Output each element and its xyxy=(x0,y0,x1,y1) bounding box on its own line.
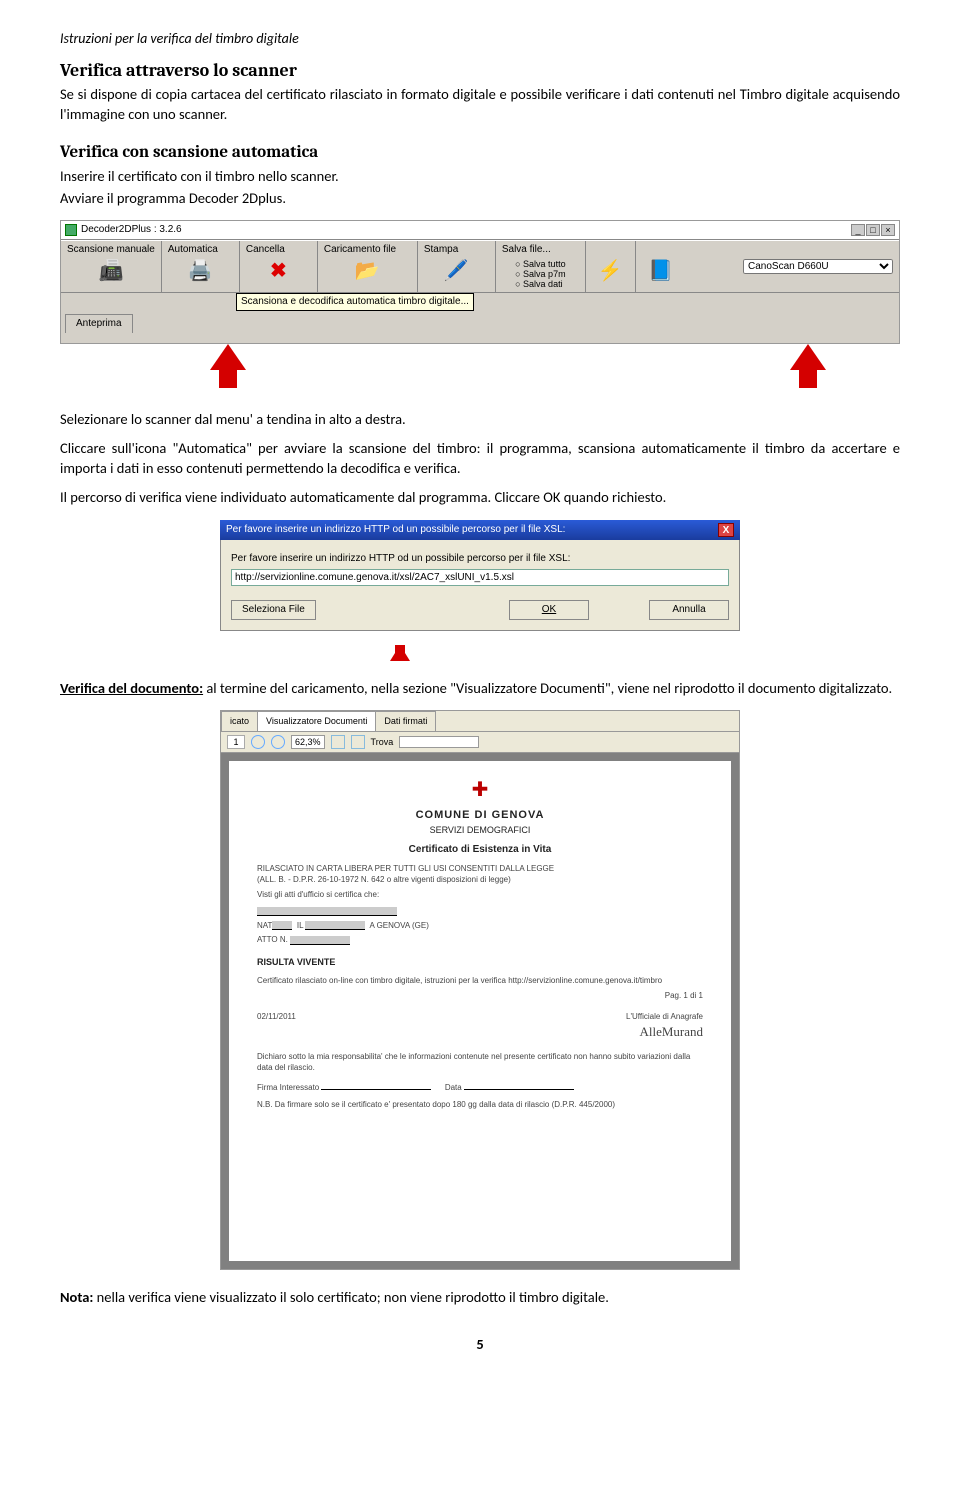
doc-line3: Visti gli atti d'ufficio si certifica ch… xyxy=(257,890,703,901)
app-icon xyxy=(65,224,77,236)
btn-automatica[interactable]: Automatica 🖨️ xyxy=(162,241,240,292)
btn-action1[interactable]: ⚡ xyxy=(586,241,636,292)
scanner-icon: 📠 xyxy=(94,258,128,284)
scanner-auto-icon: 🖨️ xyxy=(183,258,217,284)
arrow-indicator-left xyxy=(210,344,246,370)
risulta-vivente: RISULTA VIVENTE xyxy=(257,956,703,968)
label-firma: Firma Interessato xyxy=(257,1083,319,1092)
label: Stampa xyxy=(424,243,458,257)
tool-button-1[interactable] xyxy=(331,735,345,749)
tab-anteprima[interactable]: Anteprima xyxy=(65,314,133,333)
label: Cancella xyxy=(246,243,285,257)
label-nat-loc: A GENOVA (GE) xyxy=(369,921,428,930)
tab-visualizzatore[interactable]: Visualizzatore Documenti xyxy=(257,711,376,730)
doc-declaration: Dichiaro sotto la mia responsabilita' ch… xyxy=(257,1052,703,1074)
bolt-icon: ⚡ xyxy=(593,258,627,284)
para-percorso: Il percorso di verifica viene individuat… xyxy=(60,488,900,508)
para-verifica-doc: Verifica del documento: al termine del c… xyxy=(60,679,900,699)
tool-button-2[interactable] xyxy=(351,735,365,749)
field-name xyxy=(257,907,397,916)
btn-caricamento[interactable]: Caricamento file 📂 xyxy=(318,241,418,292)
text: nella verifica viene visualizzato il sol… xyxy=(93,1288,609,1306)
text: al termine del caricamento, nella sezion… xyxy=(203,679,892,697)
heading-verifica-scanner: Verifica attraverso lo scanner xyxy=(60,59,900,83)
maximize-button[interactable]: □ xyxy=(866,224,880,236)
para-selezionare: Selezionare lo scanner dal menu' a tendi… xyxy=(60,410,900,430)
heading-scansione-auto: Verifica con scansione automatica xyxy=(60,142,900,165)
print-icon: 🖊️ xyxy=(439,258,473,284)
annulla-button[interactable]: Annulla xyxy=(649,600,729,620)
para-cliccare: Cliccare sull'icona "Automatica" per avv… xyxy=(60,439,900,478)
seleziona-file-button[interactable]: Seleziona File xyxy=(231,600,316,620)
label: Scansione manuale xyxy=(67,243,155,257)
dialog-label: Per favore inserire un indirizzo HTTP od… xyxy=(231,552,729,566)
arrow-indicator-right xyxy=(790,344,826,370)
book-icon: 📘 xyxy=(644,258,678,284)
ok-button[interactable]: OK xyxy=(509,600,589,620)
arrow-indicator-ok xyxy=(390,645,410,661)
delete-icon: ✖ xyxy=(261,258,295,284)
label-nota: Nota: xyxy=(60,1288,93,1306)
page-number-footer: 5 xyxy=(60,1335,900,1355)
signature: AlleMurand xyxy=(639,1024,703,1039)
label: Salva file... xyxy=(502,243,551,257)
doc-ufficiale: L'Ufficiale di Anagrafe xyxy=(626,1012,703,1021)
doc-nb: N.B. Da firmare solo se il certificato e… xyxy=(257,1100,703,1111)
find-label: Trova xyxy=(371,736,394,748)
dialog-titlebar: Per favore inserire un indirizzo HTTP od… xyxy=(220,520,740,540)
close-button[interactable]: × xyxy=(881,224,895,236)
page-number[interactable]: 1 xyxy=(227,735,245,749)
doc-header: Istruzioni per la verifica del timbro di… xyxy=(60,30,900,49)
para-nota: Nota: nella verifica viene visualizzato … xyxy=(60,1288,900,1308)
btn-action2[interactable]: 📘 xyxy=(636,241,686,292)
crest-icon: ✚ xyxy=(257,777,703,804)
zoom-level[interactable]: 62,3% xyxy=(291,735,325,749)
window-titlebar: Decoder2DPlus : 3.2.6 _ □ × xyxy=(61,221,899,240)
group-salva: Salva file... Salva tutto Salva p7m Salv… xyxy=(496,241,586,292)
doc-cert-line: Certificato rilasciato on-line con timbr… xyxy=(257,976,703,987)
window-title: Decoder2DPlus : 3.2.6 xyxy=(81,223,182,237)
zoom-in-button[interactable] xyxy=(271,735,285,749)
btn-stampa[interactable]: Stampa 🖊️ xyxy=(418,241,496,292)
radio-salva-dati[interactable]: Salva dati xyxy=(515,280,565,290)
doc-org: COMUNE DI GENOVA xyxy=(257,808,703,823)
btn-scansione-manuale[interactable]: Scansione manuale 📠 xyxy=(61,241,162,292)
para-intro: Se si dispone di copia cartacea del cert… xyxy=(60,85,900,124)
label-nat: NAT xyxy=(257,921,272,930)
label-bold: Verifica del documento: xyxy=(60,679,203,697)
para-inserire: Inserire il certificato con il timbro ne… xyxy=(60,167,900,187)
folder-icon: 📂 xyxy=(350,258,384,284)
screenshot-decoder-toolbar: Decoder2DPlus : 3.2.6 _ □ × Scansione ma… xyxy=(60,220,900,391)
document-page: ✚ COMUNE DI GENOVA SERVIZI DEMOGRAFICI C… xyxy=(229,761,731,1261)
zoom-out-button[interactable] xyxy=(251,735,265,749)
tooltip: Scansiona e decodifica automatica timbro… xyxy=(236,293,474,311)
doc-title: Certificato di Esistenza in Vita xyxy=(257,843,703,857)
doc-pag: Pag. 1 di 1 xyxy=(257,991,703,1002)
scanner-select-area: CanoScan D660U xyxy=(686,241,899,292)
tab-icato[interactable]: icato xyxy=(221,711,258,730)
label: Caricamento file xyxy=(324,243,396,257)
close-button[interactable]: X xyxy=(718,523,734,537)
doc-dept: SERVIZI DEMOGRAFICI xyxy=(257,824,703,836)
minimize-button[interactable]: _ xyxy=(851,224,865,236)
screenshot-xsl-dialog: Per favore inserire un indirizzo HTTP od… xyxy=(60,520,900,661)
screenshot-viewer: icato Visualizzatore Documenti Dati firm… xyxy=(60,710,900,1269)
dialog-title: Per favore inserire un indirizzo HTTP od… xyxy=(226,523,565,537)
doc-date: 02/11/2011 xyxy=(257,1012,296,1040)
btn-cancella[interactable]: Cancella ✖ xyxy=(240,241,318,292)
doc-line1: RILASCIATO IN CARTA LIBERA PER TUTTI GLI… xyxy=(257,864,703,875)
scanner-dropdown[interactable]: CanoScan D660U xyxy=(743,259,893,274)
label-data: Data xyxy=(445,1083,462,1092)
find-input[interactable] xyxy=(399,736,479,748)
doc-line2: (ALL. B. - D.P.R. 26-10-1972 N. 642 o al… xyxy=(257,875,703,886)
xsl-path-input[interactable] xyxy=(231,569,729,586)
para-avviare: Avviare il programma Decoder 2Dplus. xyxy=(60,189,900,209)
label-atto: ATTO N. xyxy=(257,935,288,944)
label: Automatica xyxy=(168,243,218,257)
tab-dati-firmati[interactable]: Dati firmati xyxy=(375,711,436,730)
